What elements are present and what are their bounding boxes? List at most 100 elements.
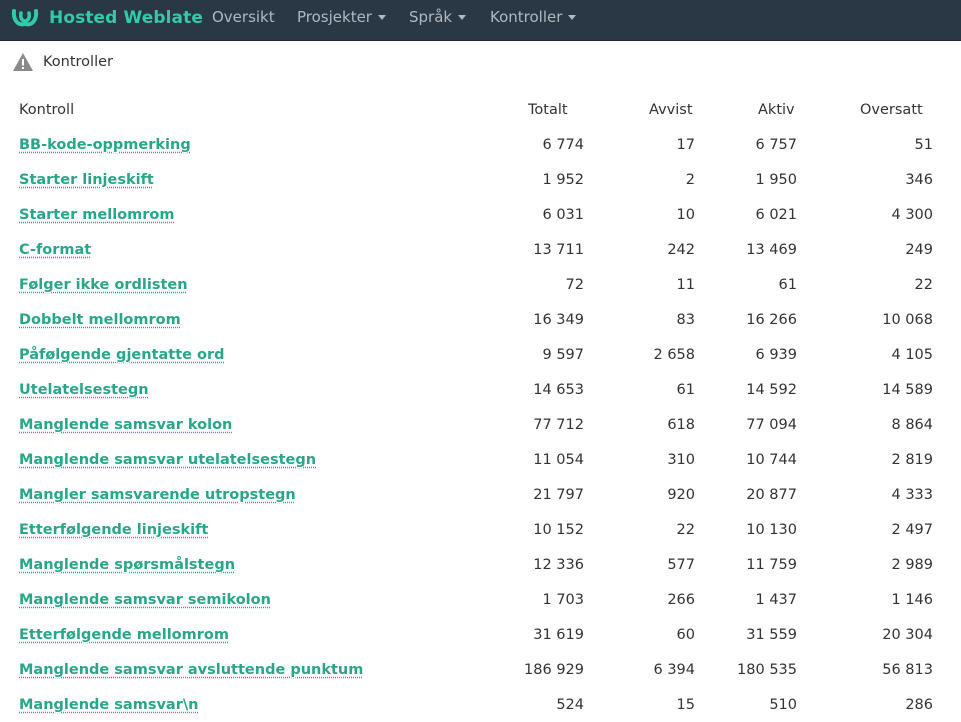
active-cell: 510: [769, 696, 797, 713]
check-link[interactable]: C-format: [19, 242, 91, 258]
dismissed-cell: 11: [676, 276, 695, 293]
check-link[interactable]: Manglende samsvar utelatelsestegn: [19, 452, 316, 468]
dismissed-cell: 10: [676, 206, 695, 223]
check-name-cell: Starter mellomrom: [12, 197, 472, 232]
total-cell: 10 152: [533, 521, 584, 538]
nav-overview-label: Oversikt: [212, 8, 275, 26]
table-row: Manglende samsvar semikolon 1 703 266 1 437…: [12, 582, 940, 617]
nav-overview[interactable]: Oversikt: [212, 0, 275, 34]
total-cell: 186 929: [524, 661, 584, 678]
nav-checks-dropdown[interactable]: Kontroller: [490, 0, 577, 34]
translated-cell: 4 105: [891, 346, 933, 363]
nav-checks-label: Kontroller: [490, 8, 563, 26]
table-row: Etterfølgende mellomrom 31 619 60 31 559 20 …: [12, 617, 940, 652]
total-cell: 11 054: [533, 451, 584, 468]
caret-down-icon: [458, 14, 467, 20]
brand-link[interactable]: Hosted Weblate: [10, 0, 203, 36]
active-cell: 1 950: [755, 171, 797, 188]
dismissed-cell: 310: [667, 451, 695, 468]
total-cell: 72: [565, 276, 584, 293]
table-row: Starter mellomrom 6 031 10 6 021 4 300: [12, 197, 940, 232]
translated-cell: 51: [914, 136, 933, 153]
translated-cell: 4 300: [891, 206, 933, 223]
caret-down-icon: [568, 14, 577, 20]
table-row: Manglende samsvar kolon 77 712 618 77 094 8 …: [12, 407, 940, 442]
total-cell: 21 797: [533, 486, 584, 503]
active-cell: 77 094: [746, 416, 797, 433]
header-check: Kontroll: [19, 101, 75, 118]
dismissed-cell: 61: [676, 381, 695, 398]
total-cell: 12 336: [533, 556, 584, 573]
nav-projects-dropdown[interactable]: Prosjekter: [297, 0, 386, 34]
translated-cell: 56 813: [882, 661, 933, 678]
check-name-cell: Manglende samsvar\n: [12, 687, 472, 722]
check-name-cell: Manglende samsvar semikolon: [12, 582, 472, 617]
table-row: Følger ikke ordlisten 72 11 61 22: [12, 267, 940, 302]
active-cell: 6 939: [755, 346, 797, 363]
table-row: Utelatelsestegn 14 653 61 14 592 14 589: [12, 372, 940, 407]
checks-table: Kontroll Totalt Avvist Aktiv Oversatt BB…: [12, 92, 940, 722]
nav-languages-dropdown[interactable]: Språk: [409, 0, 467, 34]
header-dismissed: Avvist: [649, 101, 693, 118]
active-cell: 10 130: [746, 521, 797, 538]
dismissed-cell: 2 658: [653, 346, 695, 363]
dismissed-cell: 577: [667, 556, 695, 573]
total-cell: 9 597: [542, 346, 584, 363]
check-link[interactable]: Mangler samsvarende utropstegn: [19, 487, 296, 503]
translated-cell: 249: [905, 241, 933, 258]
check-name-cell: Manglende samsvar kolon: [12, 407, 472, 442]
brand-name: Hosted Weblate: [49, 8, 203, 28]
active-cell: 11 759: [746, 556, 797, 573]
active-cell: 20 877: [746, 486, 797, 503]
check-name-cell: Manglende samsvar avsluttende punktum: [12, 652, 472, 687]
check-name-cell: Starter linjeskift: [12, 162, 472, 197]
check-link[interactable]: Manglende samsvar kolon: [19, 417, 232, 433]
check-name-cell: Følger ikke ordlisten: [12, 267, 472, 302]
dismissed-cell: 83: [676, 311, 695, 328]
active-cell: 31 559: [746, 626, 797, 643]
total-cell: 1 703: [542, 591, 584, 608]
table-row: Etterfølgende linjeskift 10 152 22 10 130 2 …: [12, 512, 940, 547]
translated-cell: 346: [905, 171, 933, 188]
check-link[interactable]: Manglende samsvar semikolon: [19, 592, 271, 608]
translated-cell: 20 304: [882, 626, 933, 643]
active-cell: 61: [778, 276, 797, 293]
dismissed-cell: 22: [676, 521, 695, 538]
table-row: BB-kode-oppmerking 6 774 17 6 757 51: [12, 127, 940, 162]
weblate-logo-icon: [11, 9, 39, 27]
check-link[interactable]: Etterfølgende mellomrom: [19, 627, 229, 643]
check-link[interactable]: Starter linjeskift: [19, 172, 154, 188]
dismissed-cell: 618: [667, 416, 695, 433]
total-cell: 13 711: [533, 241, 584, 258]
check-name-cell: Manglende spørsmålstegn: [12, 547, 472, 582]
translated-cell: 10 068: [882, 311, 933, 328]
active-cell: 1 437: [755, 591, 797, 608]
active-cell: 13 469: [746, 241, 797, 258]
header-total: Totalt: [528, 101, 568, 118]
active-cell: 6 021: [755, 206, 797, 223]
check-link[interactable]: Utelatelsestegn: [19, 382, 149, 398]
total-cell: 77 712: [533, 416, 584, 433]
translated-cell: 2 497: [891, 521, 933, 538]
check-link[interactable]: Manglende samsvar avsluttende punktum: [19, 662, 363, 678]
table-row: Påfølgende gjentatte ord 9 597 2 658 6 939 4…: [12, 337, 940, 372]
dismissed-cell: 60: [676, 626, 695, 643]
table-row: Manglende spørsmålstegn 12 336 577 11 759 2 …: [12, 547, 940, 582]
check-link[interactable]: BB-kode-oppmerking: [19, 137, 191, 153]
dismissed-cell: 920: [667, 486, 695, 503]
check-link[interactable]: Starter mellomrom: [19, 207, 174, 223]
dismissed-cell: 242: [667, 241, 695, 258]
dismissed-cell: 266: [667, 591, 695, 608]
check-link[interactable]: Manglende spørsmålstegn: [19, 557, 235, 573]
check-link[interactable]: Følger ikke ordlisten: [19, 277, 188, 293]
check-link[interactable]: Påfølgende gjentatte ord: [19, 347, 225, 363]
check-name-cell: Manglende samsvar utelatelsestegn: [12, 442, 472, 477]
check-name-cell: Dobbelt mellomrom: [12, 302, 472, 337]
check-link[interactable]: Etterfølgende linjeskift: [19, 522, 208, 538]
check-link[interactable]: Manglende samsvar\n: [19, 697, 198, 713]
dismissed-cell: 17: [676, 136, 695, 153]
translated-cell: 2 989: [891, 556, 933, 573]
total-cell: 16 349: [533, 311, 584, 328]
check-link[interactable]: Dobbelt mellomrom: [19, 312, 181, 328]
check-name-cell: Mangler samsvarende utropstegn: [12, 477, 472, 512]
